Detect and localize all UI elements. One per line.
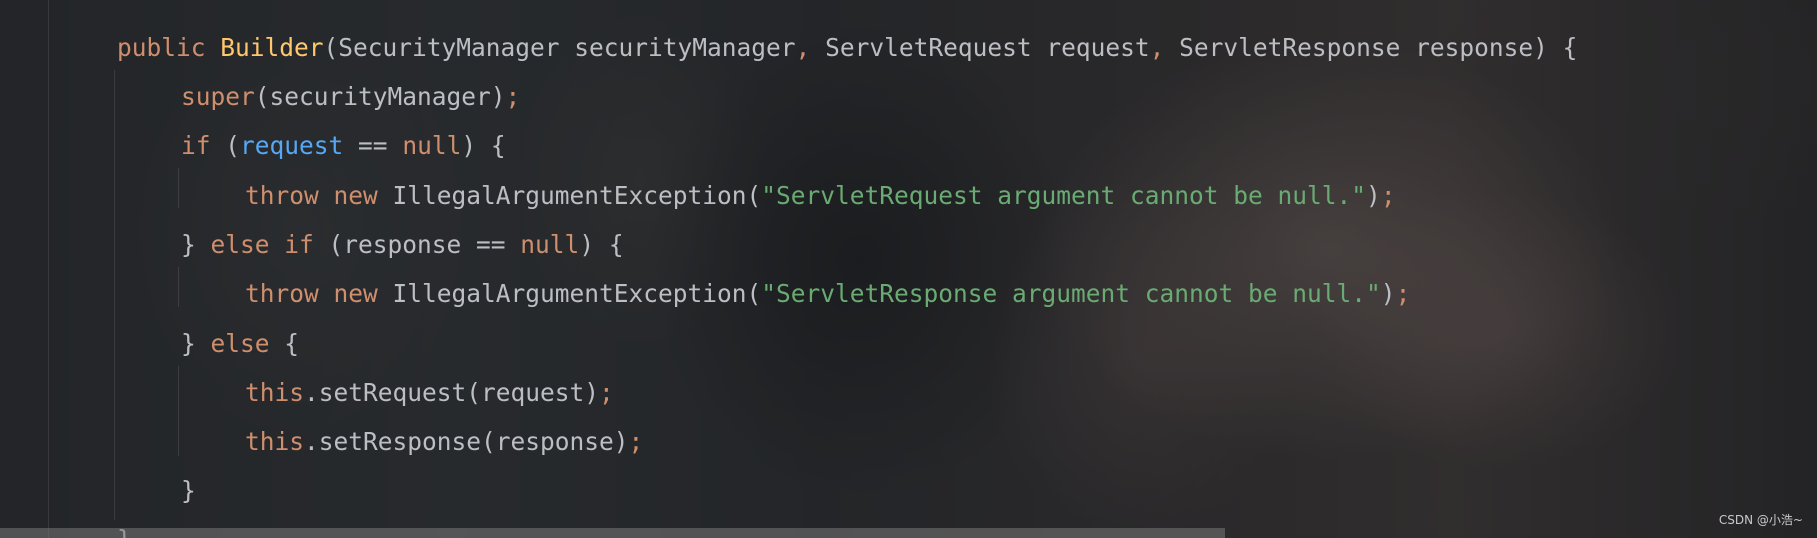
code-token: } — [181, 230, 211, 259]
horizontal-scrollbar[interactable] — [0, 528, 1225, 538]
code-line[interactable]: } else { — [181, 324, 299, 364]
code-token: ; — [1380, 181, 1396, 210]
code-editor[interactable]: public Builder(SecurityManager securityM… — [0, 0, 1817, 538]
code-line[interactable]: } else if (response == null) { — [181, 225, 624, 265]
code-token: ; — [505, 82, 521, 111]
code-line[interactable]: } — [181, 471, 196, 511]
code-line[interactable]: public Builder(SecurityManager securityM… — [117, 28, 1577, 68]
code-line[interactable]: this.setRequest(request); — [245, 373, 614, 413]
code-token: } — [181, 476, 196, 505]
code-token: request — [240, 131, 344, 160]
code-token: .setRequest(request) — [304, 378, 600, 407]
code-token: null — [402, 131, 462, 160]
code-token: else — [210, 329, 285, 358]
code-token: .setResponse(response) — [304, 427, 629, 456]
code-line[interactable]: super(securityManager); — [181, 77, 520, 117]
code-token: ) — [1366, 181, 1381, 210]
code-token: ServletResponse response) { — [1179, 33, 1578, 62]
code-token: == — [343, 131, 403, 160]
code-token: { — [284, 329, 300, 358]
code-token: throw new — [245, 279, 393, 308]
code-token: , — [795, 33, 826, 62]
code-token: "ServletRequest argument cannot be null.… — [761, 181, 1367, 210]
code-token: ) { — [579, 230, 624, 259]
code-token: else if — [210, 230, 329, 259]
code-token: throw new — [245, 181, 393, 210]
code-token: ) { — [461, 131, 506, 160]
code-token: public — [117, 33, 221, 62]
code-token: ; — [599, 378, 614, 407]
code-line[interactable]: throw new IllegalArgumentException("Serv… — [245, 176, 1396, 216]
code-area[interactable]: public Builder(SecurityManager securityM… — [0, 0, 1817, 538]
code-token: (response == — [328, 230, 521, 259]
code-token: this — [245, 378, 305, 407]
code-token: super — [181, 82, 255, 111]
code-token: ; — [1395, 279, 1411, 308]
code-line[interactable]: if (request == null) { — [181, 126, 506, 166]
code-token: if — [181, 131, 226, 160]
code-token: this — [245, 427, 305, 456]
code-token: ; — [628, 427, 644, 456]
code-token: (securityManager) — [254, 82, 506, 111]
code-token: (SecurityManager securityManager — [323, 33, 796, 62]
code-line[interactable]: throw new IllegalArgumentException("Serv… — [245, 274, 1410, 314]
code-token: ) — [1380, 279, 1396, 308]
code-token: ServletRequest request — [825, 33, 1150, 62]
code-token: , — [1149, 33, 1180, 62]
code-token: Builder — [220, 33, 324, 62]
code-token: ( — [225, 131, 241, 160]
code-line[interactable]: this.setResponse(response); — [245, 422, 643, 462]
code-token: null — [520, 230, 580, 259]
code-token: IllegalArgumentException( — [392, 279, 762, 308]
watermark: CSDN @小浩~ — [1718, 513, 1803, 527]
code-token: "ServletResponse argument cannot be null… — [761, 279, 1381, 308]
code-token: } — [181, 329, 211, 358]
code-token: IllegalArgumentException( — [392, 181, 762, 210]
